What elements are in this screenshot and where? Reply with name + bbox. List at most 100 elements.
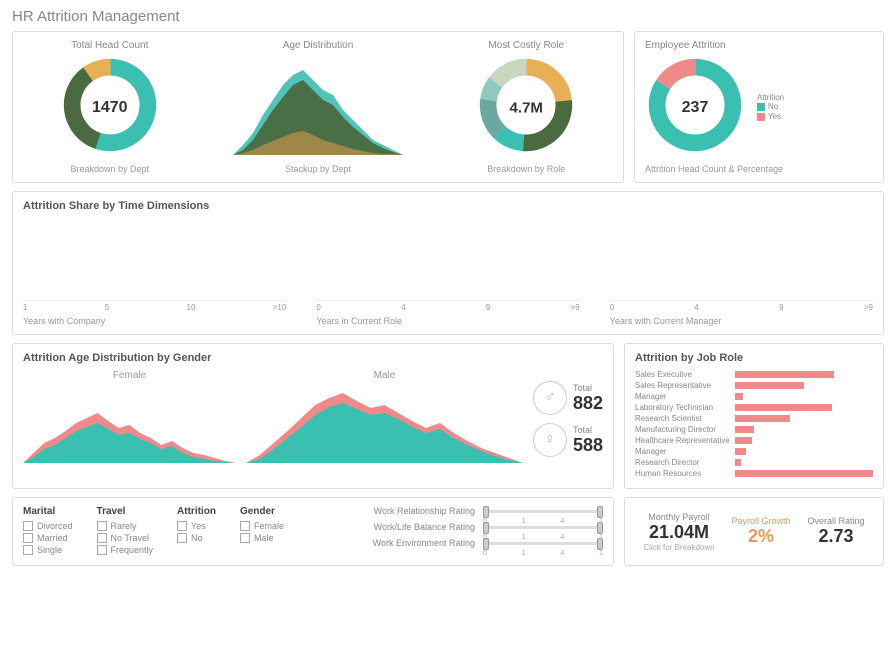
rating-row: Work Relationship Rating0141 — [308, 506, 603, 516]
filter-attrition: Attrition Yes No — [177, 506, 216, 557]
page-title: HR Attrition Management — [12, 8, 884, 25]
rating-label: Work Environment Rating — [373, 538, 475, 548]
filter-item[interactable]: No — [177, 533, 216, 543]
filter-title: Attrition — [177, 506, 216, 517]
filter-item[interactable]: Frequently — [97, 545, 154, 555]
job-label: Sales Executive — [635, 370, 735, 379]
checkbox-icon[interactable] — [240, 533, 250, 543]
job-row[interactable]: Human Resources — [635, 469, 873, 478]
top-row: Total Head Count 1470 Breakdown by Dept … — [12, 31, 884, 183]
filter-item[interactable]: Married — [23, 533, 73, 543]
slider[interactable]: 0141 — [483, 538, 603, 548]
role-value: 4.7M — [510, 99, 543, 116]
filter-title: Marital — [23, 506, 73, 517]
job-row[interactable]: Manufacturing Director — [635, 425, 873, 434]
checkbox-icon[interactable] — [97, 533, 107, 543]
attrition-value: 237 — [682, 99, 709, 117]
filter-item[interactable]: Yes — [177, 521, 216, 531]
filter-item[interactable]: Single — [23, 545, 73, 555]
job-row[interactable]: Manager — [635, 392, 873, 401]
filter-item[interactable]: Rarely — [97, 521, 154, 531]
growth-label: Payroll Growth — [732, 516, 791, 526]
checkbox-icon[interactable] — [97, 521, 107, 531]
filter-item[interactable]: Divorced — [23, 521, 73, 531]
kpi-role-title: Most Costly Role — [439, 40, 613, 51]
checkbox-icon[interactable] — [177, 521, 187, 531]
male-icon: ♂ — [533, 381, 567, 415]
headcount-value: 1470 — [92, 99, 128, 117]
job-label: Healthcare Representative — [635, 436, 735, 445]
female-total-value: 588 — [573, 435, 603, 456]
checkbox-icon[interactable] — [23, 545, 33, 555]
attrition-card: Employee Attrition 237 Attrition No Yes … — [634, 31, 884, 183]
growth-value: 2% — [732, 526, 791, 547]
job-label: Human Resources — [635, 469, 735, 478]
legend-no: No — [768, 102, 778, 111]
rating-label: Work/Life Balance Rating — [374, 522, 475, 532]
bargroup-1[interactable]: 049>9Years in Current Role — [316, 218, 579, 326]
gender-totals: ♂ Total882 ♀ Total588 — [533, 381, 603, 457]
bargroup-label: Years with Company — [23, 316, 286, 326]
male-area[interactable]: Male — [246, 370, 523, 468]
rating-row: Work/Life Balance Rating 0141 — [308, 522, 603, 532]
checkbox-icon[interactable] — [23, 533, 33, 543]
filter-travel: TravelRarelyNo TravelFrequently — [97, 506, 154, 557]
jobrole-title: Attrition by Job Role — [635, 352, 873, 364]
attrition-caption: Attrition Head Count & Percentage — [645, 164, 873, 174]
filter-item[interactable]: No Travel — [97, 533, 154, 543]
checkbox-icon[interactable] — [240, 521, 250, 531]
female-total-label: Total — [573, 425, 603, 435]
bargroup-label: Years with Current Manager — [610, 316, 873, 326]
checkbox-icon[interactable] — [97, 545, 107, 555]
rating-row: Work Environment Rating 0141 — [308, 538, 603, 548]
payroll-sub: Click for Breakdown — [643, 543, 714, 552]
attrition-legend: Attrition No Yes — [757, 93, 784, 122]
kpi-age[interactable]: Age Distribution Stackup by Dept — [197, 40, 440, 174]
bargroup-0[interactable]: 1510>10Years with Company — [23, 218, 286, 326]
filter-card: MaritalDivorcedMarriedSingleTravelRarely… — [12, 497, 614, 566]
gender-card: Attrition Age Distribution by Gender Fem… — [12, 343, 614, 489]
male-total-value: 882 — [573, 393, 603, 414]
job-label: Manager — [635, 392, 735, 401]
filter-item[interactable]: Male — [240, 533, 284, 543]
job-row[interactable]: Healthcare Representative — [635, 436, 873, 445]
filter-item[interactable]: Female — [240, 521, 284, 531]
job-label: Laboratory Technician — [635, 403, 735, 412]
female-area[interactable]: Female — [23, 370, 236, 468]
filter-title: Gender — [240, 506, 284, 517]
kpi-card: Total Head Count 1470 Breakdown by Dept … — [12, 31, 624, 183]
stats-card[interactable]: Monthly Payroll 21.04M Click for Breakdo… — [624, 497, 884, 566]
female-icon: ♀ — [533, 423, 567, 457]
job-row[interactable]: Laboratory Technician — [635, 403, 873, 412]
job-row[interactable]: Manager — [635, 447, 873, 456]
kpi-role[interactable]: Most Costly Role 4.7M Breakdown by Role — [439, 40, 613, 174]
male-total-label: Total — [573, 383, 603, 393]
legend-title: Attrition — [757, 93, 784, 102]
kpi-headcount[interactable]: Total Head Count 1470 Breakdown by Dept — [23, 40, 197, 174]
attrition-donut[interactable]: 237 — [645, 55, 745, 160]
bargroup-label: Years in Current Role — [316, 316, 579, 326]
job-label: Research Scientist — [635, 414, 735, 423]
job-row[interactable]: Research Scientist — [635, 414, 873, 423]
male-label: Male — [246, 370, 523, 381]
attrition-title: Employee Attrition — [645, 40, 873, 51]
time-title: Attrition Share by Time Dimensions — [23, 200, 873, 212]
slider[interactable]: 0141 — [483, 506, 603, 516]
job-row[interactable]: Sales Executive — [635, 370, 873, 379]
female-label: Female — [23, 370, 236, 381]
role-donut: 4.7M — [476, 55, 576, 160]
legend-yes: Yes — [768, 112, 781, 121]
jobrole-card: Attrition by Job Role Sales Executive Sal… — [624, 343, 884, 489]
filter-genderf: Gender Female Male — [240, 506, 284, 557]
payroll-value: 21.04M — [643, 522, 714, 543]
job-row[interactable]: Sales Representative — [635, 381, 873, 390]
checkbox-icon[interactable] — [23, 521, 33, 531]
job-row[interactable]: Research Director — [635, 458, 873, 467]
age-caption: Stackup by Dept — [197, 164, 440, 174]
bargroup-2[interactable]: 049>9Years with Current Manager — [610, 218, 873, 326]
checkbox-icon[interactable] — [177, 533, 187, 543]
payroll-label: Monthly Payroll — [643, 512, 714, 522]
headcount-caption: Breakdown by Dept — [23, 164, 197, 174]
slider[interactable]: 0141 — [483, 522, 603, 532]
rating-value: 2.73 — [807, 526, 864, 547]
